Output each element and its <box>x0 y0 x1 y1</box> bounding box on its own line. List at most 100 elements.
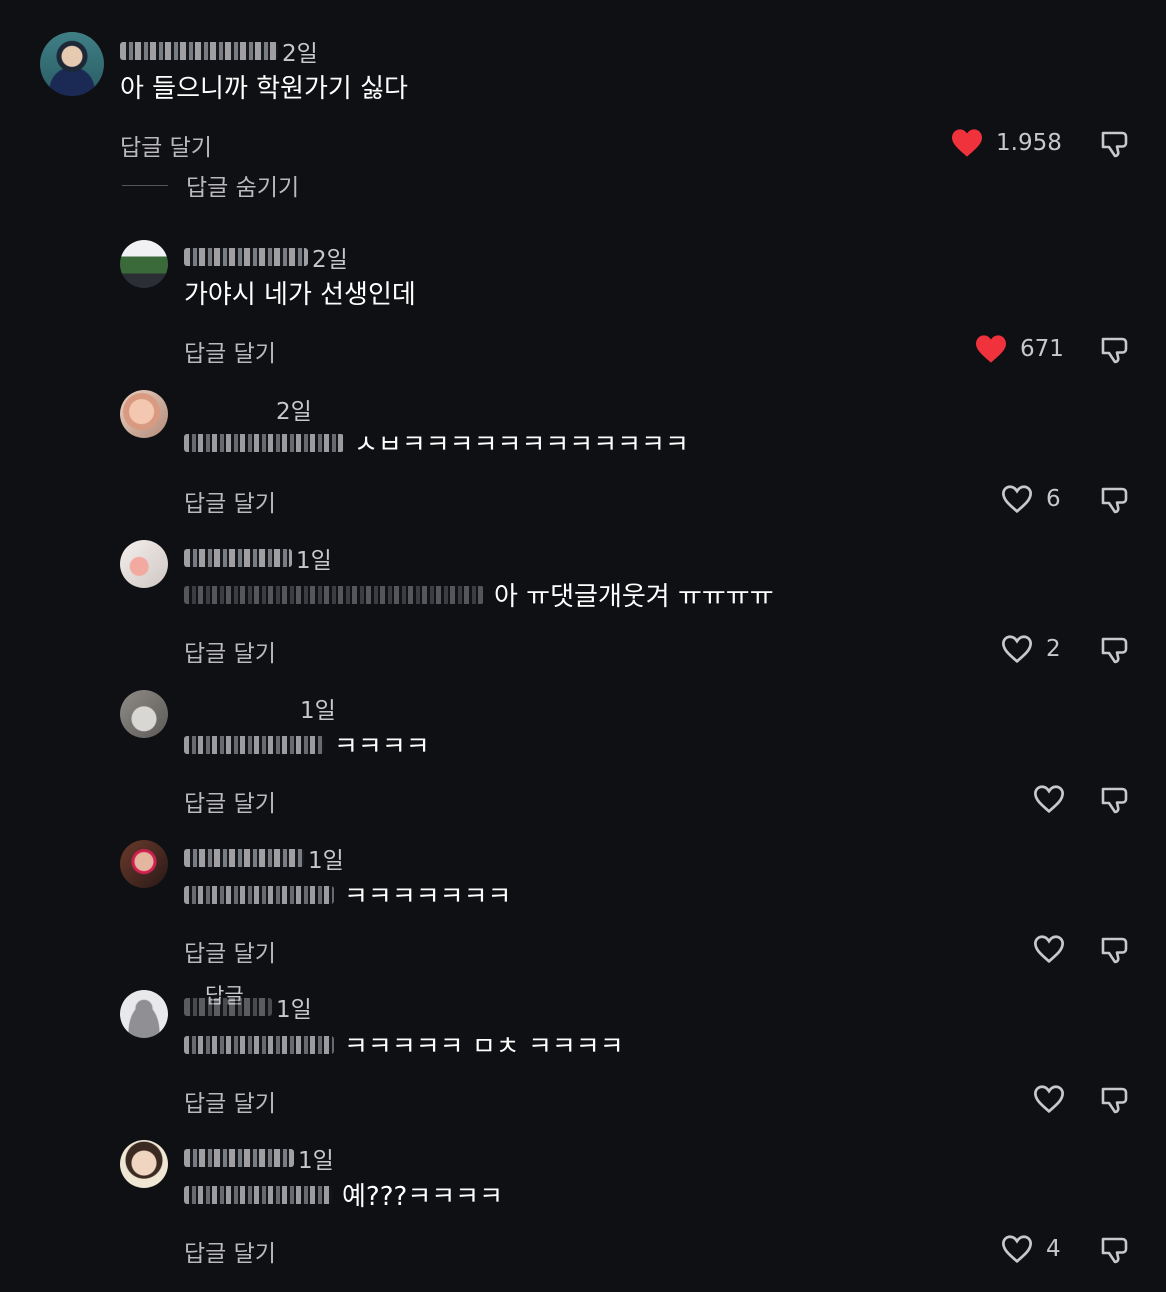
avatar[interactable] <box>120 1140 168 1188</box>
like-button[interactable]: 671 <box>974 334 1064 364</box>
comment-text: 아 ㅠ댓글개웃겨 ㅠㅠㅠㅠ <box>184 576 774 613</box>
comment-time: 1일 <box>308 848 344 874</box>
blurred-mention <box>184 735 324 754</box>
blurred-username[interactable] <box>184 549 292 567</box>
hide-replies-row[interactable]: 답글 숨기기 <box>122 168 299 202</box>
blurred-username[interactable] <box>184 248 308 266</box>
comment-text: 예???ㅋㅋㅋㅋ <box>184 1176 503 1213</box>
reply-button[interactable]: 답글 달기 <box>184 1234 276 1268</box>
like-count: 6 <box>1046 486 1061 512</box>
like-button[interactable] <box>1032 934 1066 964</box>
thumb-down-icon <box>1101 937 1128 964</box>
comment-body: 가야시 네가 선생인데 <box>184 280 416 310</box>
dislike-button[interactable] <box>1098 334 1130 366</box>
dislike-button[interactable] <box>1098 934 1130 966</box>
blurred-username[interactable] <box>184 699 296 717</box>
reply-button[interactable]: 답글 달기 <box>184 634 276 668</box>
comment-text: ㅋㅋㅋㅋ <box>184 726 430 763</box>
comment-body: 예???ㅋㅋㅋㅋ <box>342 1182 503 1212</box>
like-count: 1.958 <box>996 130 1062 156</box>
like-button[interactable]: 6 <box>1000 484 1061 514</box>
comment-body: 아 ㅠ댓글개웃겨 ㅠㅠㅠㅠ <box>494 582 774 612</box>
thumb-down-icon <box>1101 787 1128 814</box>
avatar[interactable] <box>120 840 168 888</box>
thumb-down-icon <box>1101 131 1128 158</box>
avatar[interactable] <box>40 32 104 96</box>
comment-text: 가야시 네가 선생인데 <box>184 274 416 311</box>
reply-button[interactable]: 답글 달기 <box>184 484 276 518</box>
heart-icon <box>1001 635 1033 664</box>
blurred-username[interactable] <box>184 400 272 418</box>
like-button[interactable]: 4 <box>1000 1234 1061 1264</box>
reply-button[interactable]: 답글 달기 <box>184 784 276 818</box>
thumb-down-icon <box>1101 1237 1128 1264</box>
avatar[interactable] <box>120 990 168 1038</box>
comment-time: 2일 <box>312 247 348 273</box>
reply-button[interactable]: 답글 달기 <box>184 934 276 968</box>
heart-icon <box>976 335 1006 363</box>
comment-time: 2일 <box>276 399 312 425</box>
avatar[interactable] <box>120 690 168 738</box>
comment-author-meta: 2일 <box>184 240 348 274</box>
blurred-mention <box>184 1185 332 1204</box>
dislike-button[interactable] <box>1098 484 1130 516</box>
like-count: 4 <box>1046 1236 1061 1262</box>
blurred-username[interactable] <box>120 42 278 60</box>
avatar[interactable] <box>120 240 168 288</box>
blurred-mention <box>184 433 344 452</box>
like-button[interactable]: 1.958 <box>950 128 1062 158</box>
comment-body: ㅋㅋㅋㅋㅋㅋㅋ <box>344 882 512 912</box>
divider <box>122 184 168 186</box>
comment-author-meta: 1일 <box>184 1141 334 1175</box>
blurred-mention <box>184 585 484 604</box>
like-button[interactable] <box>1032 1084 1066 1114</box>
comment-author-meta: 1일 <box>184 841 344 875</box>
heart-icon <box>1033 935 1065 964</box>
like-button[interactable]: 2 <box>1000 634 1061 664</box>
reply-button[interactable]: 답글 달기 <box>184 1084 276 1118</box>
heart-icon <box>1001 485 1033 514</box>
dislike-button[interactable] <box>1098 784 1130 816</box>
dislike-button[interactable] <box>1098 1084 1130 1116</box>
reply-button[interactable]: 답글 달기 <box>120 128 212 162</box>
comment-author-meta: 2일 <box>184 392 312 426</box>
comment-text: ㅋㅋㅋㅋㅋ ㅁㅊ ㅋㅋㅋㅋ <box>184 1026 624 1063</box>
comment-text: 아 들으니까 학원가기 싫다 <box>120 68 408 105</box>
dislike-button[interactable] <box>1098 634 1130 666</box>
reply-button[interactable]: 답글 달기 <box>184 334 276 368</box>
like-count: 2 <box>1046 636 1061 662</box>
blurred-username[interactable] <box>184 998 272 1016</box>
comment-author-meta: 1일 <box>184 990 312 1024</box>
hide-replies-button[interactable]: 답글 숨기기 <box>186 168 299 202</box>
blurred-username[interactable] <box>184 849 304 867</box>
comment-time: 1일 <box>300 698 336 724</box>
comment-time: 1일 <box>298 1148 334 1174</box>
comment-body: ㅅㅂㅋㅋㅋㅋㅋㅋㅋㅋㅋㅋㅋㅋ <box>354 430 689 460</box>
blurred-mention <box>184 885 334 904</box>
thumb-down-icon <box>1101 1087 1128 1114</box>
comment-text: ㅋㅋㅋㅋㅋㅋㅋ <box>184 876 511 913</box>
thumb-down-icon <box>1101 637 1128 664</box>
heart-icon <box>1033 785 1065 814</box>
comment-time: 2일 <box>282 41 318 67</box>
avatar[interactable] <box>120 540 168 588</box>
comment-body: ㅋㅋㅋㅋ <box>334 732 430 762</box>
comment-author-meta: 1일 <box>184 541 332 575</box>
heart-icon <box>952 129 982 157</box>
comment-author-meta: 2일 <box>120 34 318 68</box>
avatar[interactable] <box>120 390 168 438</box>
comment-time: 1일 <box>296 548 332 574</box>
like-button[interactable] <box>1032 784 1066 814</box>
dislike-button[interactable] <box>1098 128 1130 160</box>
heart-icon <box>1033 1085 1065 1114</box>
like-count: 671 <box>1020 336 1064 362</box>
comment-body: ㅋㅋㅋㅋㅋ ㅁㅊ ㅋㅋㅋㅋ <box>344 1032 624 1062</box>
dislike-button[interactable] <box>1098 1234 1130 1266</box>
blurred-mention <box>184 1035 334 1054</box>
thumb-down-icon <box>1101 337 1128 364</box>
thumb-down-icon <box>1101 487 1128 514</box>
blurred-username[interactable] <box>184 1149 294 1167</box>
comment-text: ㅅㅂㅋㅋㅋㅋㅋㅋㅋㅋㅋㅋㅋㅋ <box>184 424 689 461</box>
comment-time: 1일 <box>276 997 312 1023</box>
comments-page: 2일 아 들으니까 학원가기 싫다 답글 달기 1.958 답글 숨기기 2일 … <box>0 0 1166 1292</box>
